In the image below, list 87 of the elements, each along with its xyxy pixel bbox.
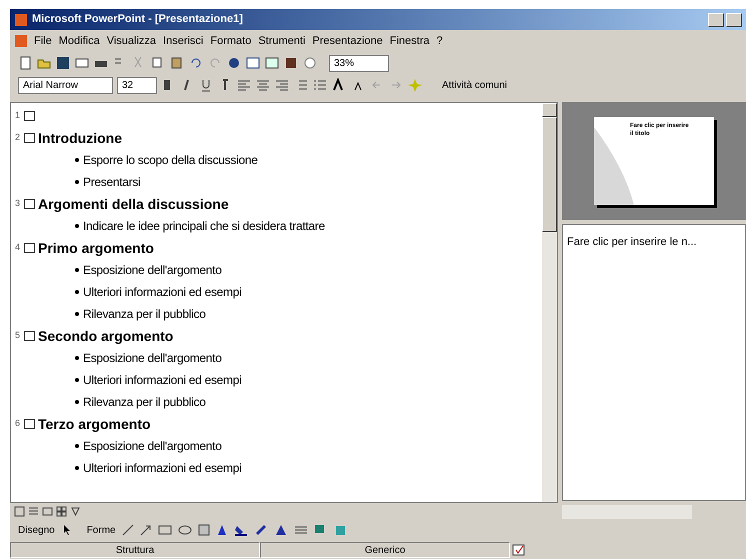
slide-icon[interactable] (24, 199, 35, 209)
menu-item[interactable]: Strumenti (258, 32, 306, 50)
slide-icon[interactable] (24, 133, 35, 143)
slide-view-icon[interactable] (42, 506, 53, 516)
bullet-icon (75, 356, 79, 360)
text-box-icon[interactable] (198, 524, 210, 536)
vertical-scrollbar[interactable] (542, 103, 557, 502)
bullet-icon (75, 312, 79, 316)
menu-item[interactable]: ? (436, 32, 443, 50)
bullet-icon (75, 378, 79, 382)
autoshapes-menu[interactable]: Forme (86, 522, 116, 538)
bullet-text: Esporre lo scopo della discussione (83, 152, 258, 169)
restore-button[interactable] (726, 12, 742, 26)
bullet-icon (75, 224, 79, 228)
spelling-icon (512, 544, 526, 556)
arrow-icon[interactable] (140, 524, 152, 536)
slide-title: Argomenti della discussione (38, 194, 229, 214)
normal-view-icon[interactable] (14, 506, 25, 516)
new-icon[interactable] (18, 56, 32, 70)
fill-color-icon[interactable] (234, 524, 248, 536)
align-left-icon[interactable] (237, 78, 251, 92)
slide-icon[interactable] (24, 331, 35, 341)
underline-icon[interactable] (199, 78, 213, 92)
bullet-text: Rilevanza per il pubblico (83, 306, 206, 323)
slide-title: Primo argomento (38, 238, 154, 258)
oval-icon[interactable] (178, 524, 192, 536)
font-size: 32 (122, 78, 134, 92)
show-view-icon[interactable] (70, 506, 81, 516)
menu-item[interactable]: Formato (210, 32, 252, 50)
font-size-field[interactable]: 32 (117, 76, 157, 94)
bullet-text: Esposizione dell'argomento (83, 350, 222, 367)
status-text: Generico (364, 544, 406, 558)
notes-text: Fare clic per inserire le n... (567, 236, 697, 248)
bullet-icon (75, 268, 79, 272)
menu-item[interactable]: Inserisci (163, 32, 204, 50)
bullet-text: Indicare le idee principali che si desidera trattare (83, 218, 325, 235)
slide-title: Introduzione (38, 128, 122, 148)
font-field[interactable]: Arial Narrow (18, 76, 113, 94)
bullet-text: Rilevanza per il pubblico (83, 394, 206, 411)
font-name: Arial Narrow (23, 78, 78, 92)
bullet-text: Ulteriori informazioni ed esempi (83, 372, 242, 389)
line-icon[interactable] (122, 524, 134, 536)
menu-item[interactable]: Presentazione (312, 32, 383, 50)
undo-icon[interactable] (189, 56, 203, 70)
slide-title: Terzo argomento (38, 414, 151, 434)
table-icon[interactable] (246, 56, 260, 70)
bullet-icon (75, 180, 79, 184)
status-text: Struttura (116, 544, 154, 558)
menu-item[interactable]: Finestra (390, 32, 430, 50)
minimize-button[interactable] (708, 12, 724, 26)
slide-icon[interactable] (24, 111, 35, 121)
slide-icon[interactable] (24, 419, 35, 429)
horizontal-scrollbar[interactable] (562, 505, 692, 519)
align-center-icon[interactable] (256, 78, 270, 92)
bullet-text: Presentarsi (83, 174, 140, 191)
bullet-icon (75, 466, 79, 470)
window-title: Microsoft PowerPoint - [Presentazione1] (32, 12, 243, 28)
bullet-icon (75, 444, 79, 448)
outline-view-icon[interactable] (28, 506, 39, 516)
sorter-view-icon[interactable] (56, 506, 67, 516)
rectangle-icon[interactable] (158, 524, 172, 536)
tasks-button[interactable]: Attività comuni (438, 78, 512, 92)
bullet-text: Esposizione dell'argomento (83, 262, 222, 279)
bullet-text: Ulteriori informazioni ed esempi (83, 460, 242, 477)
bullet-text: Esposizione dell'argomento (83, 438, 222, 455)
chart-icon[interactable] (265, 56, 279, 70)
line-style-icon[interactable] (294, 524, 308, 536)
slide-number: 4 (15, 241, 21, 254)
menu-item[interactable]: Modifica (58, 32, 100, 50)
menu-item[interactable]: Visualizza (106, 32, 156, 50)
slide-number: 2 (15, 131, 21, 144)
align-right-icon[interactable] (275, 78, 289, 92)
bullet-text: Ulteriori informazioni ed esempi (83, 284, 242, 301)
slide-number: 6 (15, 417, 21, 430)
zoom-value: 33% (334, 56, 354, 70)
slide-number: 1 (15, 109, 21, 122)
bullets-icon[interactable] (313, 78, 327, 92)
menu-item[interactable]: File (34, 32, 52, 50)
slide-icon[interactable] (24, 243, 35, 253)
draw-menu[interactable]: Disegno (18, 522, 55, 538)
zoom-field[interactable]: 33% (329, 54, 389, 72)
bullet-icon (75, 158, 79, 162)
slide-number: 5 (15, 329, 21, 342)
slide-title: Secondo argomento (38, 326, 174, 346)
bullet-icon (75, 400, 79, 404)
slide-number: 3 (15, 197, 21, 210)
bullet-icon (75, 290, 79, 294)
